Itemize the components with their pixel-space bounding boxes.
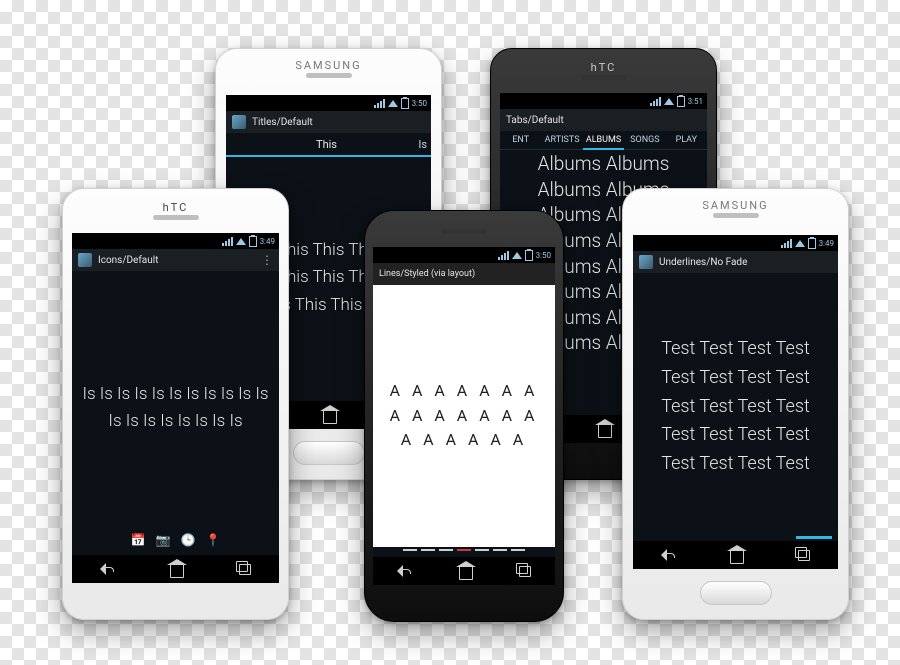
nav-back-icon[interactable]	[395, 562, 413, 580]
clock-text: 3:51	[688, 97, 703, 106]
page-content: Test Test Test Test Test Test Test Test …	[633, 285, 838, 529]
status-bar: 3:49	[633, 235, 838, 251]
page-content: A A A A A A A A A A A A A A A A A A A A	[373, 285, 555, 547]
line-indicator[interactable]	[373, 549, 555, 555]
location-icon[interactable]: 📍	[205, 533, 220, 547]
camera-icon[interactable]: 📷	[156, 533, 171, 547]
wifi-icon	[388, 100, 398, 107]
title-strip[interactable]: This Is	[226, 133, 431, 157]
nav-home-icon[interactable]	[170, 564, 184, 578]
app-icon	[232, 115, 246, 129]
earpiece	[441, 229, 487, 234]
earpiece	[713, 213, 759, 218]
clock-text: 3:49	[819, 239, 834, 248]
phone-underlines: SAMSUNG 3:49 Underlines/No Fade Test Tes…	[622, 188, 849, 620]
action-bar: Titles/Default	[226, 111, 431, 133]
wifi-icon	[664, 98, 674, 105]
clock-text: 3:50	[536, 251, 551, 260]
action-bar-title: Tabs/Default	[506, 115, 564, 126]
clock-text: 3:50	[412, 99, 427, 108]
status-bar: 3:49	[72, 233, 279, 249]
status-bar: 3:51	[500, 93, 707, 109]
brand-label: hTC	[63, 201, 288, 214]
page-content: Is Is Is Is Is Is Is Is Is Is Is Is Is I…	[72, 293, 279, 523]
tab-play[interactable]: PLAY	[666, 131, 707, 149]
action-bar-title: Underlines/No Fade	[659, 257, 747, 268]
battery-icon	[525, 250, 533, 261]
nav-recent-icon[interactable]	[794, 546, 812, 564]
clock-text: 3:49	[260, 237, 275, 246]
nav-home-icon[interactable]	[598, 424, 612, 438]
battery-icon	[249, 236, 257, 247]
tab-songs[interactable]: SONGS	[624, 131, 665, 149]
signal-icon	[222, 237, 233, 246]
status-bar: 3:50	[226, 95, 431, 111]
tab-ent[interactable]: ENT	[500, 131, 541, 149]
icon-indicator[interactable]: 📅 📷 🕒 📍	[72, 533, 279, 547]
signal-icon	[374, 99, 385, 108]
nav-bar	[72, 555, 279, 583]
battery-icon	[401, 98, 409, 109]
home-button[interactable]	[293, 441, 365, 465]
calendar-icon[interactable]: 📅	[131, 533, 146, 547]
phone-lines: 3:50 Lines/Styled (via layout) A A A A A…	[364, 210, 564, 622]
line-indicator-current	[457, 549, 471, 551]
earpiece	[153, 215, 199, 220]
nav-home-icon[interactable]	[459, 566, 473, 580]
signal-icon	[781, 239, 792, 248]
nav-home-icon[interactable]	[323, 410, 337, 424]
signal-icon	[650, 97, 661, 106]
app-icon	[639, 255, 653, 269]
screen: 3:49 Underlines/No Fade Test Test Test T…	[633, 235, 838, 569]
nav-back-icon[interactable]	[98, 560, 116, 578]
nav-bar	[633, 541, 838, 569]
overflow-icon[interactable]: ⋮	[261, 254, 273, 266]
wifi-icon	[512, 252, 522, 259]
battery-icon	[677, 96, 685, 107]
action-bar: Tabs/Default	[500, 109, 707, 131]
action-bar-title: Titles/Default	[252, 117, 313, 128]
brand-label: SAMSUNG	[216, 59, 441, 72]
title-strip-next[interactable]: Is	[401, 138, 431, 151]
home-button[interactable]	[700, 581, 772, 605]
nav-recent-icon[interactable]	[235, 560, 253, 578]
earpiece	[581, 75, 627, 80]
tab-albums[interactable]: ALBUMS	[583, 131, 624, 149]
app-icon	[78, 253, 92, 267]
underline-indicator[interactable]	[796, 536, 832, 539]
title-strip-current[interactable]: This	[252, 138, 401, 151]
battery-icon	[808, 238, 816, 249]
action-bar: Lines/Styled (via layout)	[373, 263, 555, 285]
nav-recent-icon[interactable]	[515, 562, 533, 580]
action-bar-title: Lines/Styled (via layout)	[379, 269, 475, 279]
nav-home-icon[interactable]	[730, 550, 744, 564]
action-bar-title: Icons/Default	[98, 255, 158, 266]
action-bar: Underlines/No Fade	[633, 251, 838, 273]
phone-icons: hTC 3:49 Icons/Default ⋮ Is Is Is Is Is …	[62, 188, 289, 620]
brand-label: SAMSUNG	[623, 199, 848, 212]
tab-artists[interactable]: ARTISTS	[541, 131, 582, 149]
screen: 3:50 Lines/Styled (via layout) A A A A A…	[373, 247, 555, 585]
action-bar: Icons/Default ⋮	[72, 249, 279, 271]
signal-icon	[498, 251, 509, 260]
status-bar: 3:50	[373, 247, 555, 263]
nav-back-icon[interactable]	[659, 546, 677, 564]
wifi-icon	[795, 240, 805, 247]
stage: SAMSUNG 3:50 Titles/Default This Is This…	[0, 0, 900, 665]
tab-strip: ENT ARTISTS ALBUMS SONGS PLAY	[500, 131, 707, 150]
clock-icon[interactable]: 🕒	[181, 533, 196, 547]
wifi-icon	[236, 238, 246, 245]
screen: 3:49 Icons/Default ⋮ Is Is Is Is Is Is I…	[72, 233, 279, 583]
brand-label: hTC	[491, 61, 716, 74]
earpiece	[306, 73, 352, 78]
nav-bar	[373, 557, 555, 585]
